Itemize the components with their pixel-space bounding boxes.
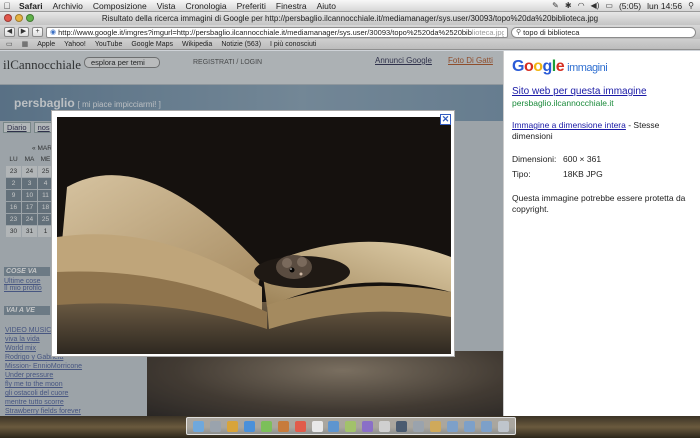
window-title: Risultato della ricerca immagini di Goog… xyxy=(101,14,599,23)
dashboard-icon[interactable] xyxy=(209,420,221,432)
close-window-button[interactable] xyxy=(4,14,12,22)
type-label: Tipo: xyxy=(512,169,531,179)
itunes-icon[interactable] xyxy=(328,420,340,432)
bookmark-notizie[interactable]: Notizie (563) xyxy=(221,41,261,48)
search-value: topo di biblioteca xyxy=(523,27,580,37)
minimize-window-button[interactable] xyxy=(15,14,23,22)
app-icon[interactable] xyxy=(413,420,425,432)
browser-toolbar: ◀ ▶ + ◉ http://www.google.it/imgres?imgu… xyxy=(0,25,700,39)
site-favicon-icon: ◉ xyxy=(50,29,57,36)
address-bar[interactable]: ◉ http://www.google.it/imgres?imgurl=htt… xyxy=(46,26,508,38)
bookmark-google-maps[interactable]: Google Maps xyxy=(131,41,173,48)
address-book-icon[interactable] xyxy=(277,420,289,432)
preview-icon[interactable] xyxy=(311,420,323,432)
bluetooth-icon[interactable]: ✱ xyxy=(565,1,572,10)
bookmark-piu-conosciuti[interactable]: I più conosciuti xyxy=(270,41,316,48)
bookmark-apple[interactable]: Apple xyxy=(37,41,55,48)
mouse-in-book-image[interactable] xyxy=(57,117,451,354)
menu-vista[interactable]: Vista xyxy=(152,1,181,11)
menu-finestra[interactable]: Finestra xyxy=(271,1,312,11)
book-photo-illustration xyxy=(57,117,451,354)
copyright-notice: Questa immagine potrebbe essere protetta… xyxy=(512,193,686,214)
safari-icon[interactable] xyxy=(243,420,255,432)
url-tail: lioteca.jpg&imgrefurl xyxy=(471,27,504,37)
system-preferences-icon[interactable] xyxy=(379,420,391,432)
image-metadata: Dimensioni: 600 × 361 Tipo: 18KB JPG xyxy=(512,154,692,179)
bookmark-yahoo[interactable]: Yahoo! xyxy=(64,41,86,48)
search-field[interactable]: ⚲ topo di biblioteca xyxy=(511,26,696,38)
menu-aiuto[interactable]: Aiuto xyxy=(312,1,341,11)
dock xyxy=(186,417,516,435)
app-icon[interactable] xyxy=(430,420,442,432)
menu-composizione[interactable]: Composizione xyxy=(88,1,152,11)
spotlight-icon[interactable]: ⚲ xyxy=(688,1,694,10)
app-icon[interactable] xyxy=(396,420,408,432)
web-content: ilCannocchiale esplora per temi REGISTRA… xyxy=(0,51,700,416)
finder-icon[interactable] xyxy=(192,420,204,432)
google-images-logo[interactable]: Google immagini xyxy=(512,58,692,76)
iphoto-icon[interactable] xyxy=(345,420,357,432)
website-link[interactable]: Sito web per questa immagine xyxy=(512,86,692,97)
clock[interactable]: lun 14:56 xyxy=(647,1,682,11)
google-images-panel: Google immagini Sito web per questa immag… xyxy=(503,51,700,416)
source-domain: persbaglio.ilcannocchiale.it xyxy=(512,98,614,108)
search-icon: ⚲ xyxy=(516,29,522,36)
image-preview-frame: ✕ xyxy=(51,110,455,357)
dimensions-value: 600 × 361 xyxy=(563,154,602,164)
product-name: immagini xyxy=(567,62,608,74)
facetime-icon[interactable] xyxy=(260,420,272,432)
bookmark-wikipedia[interactable]: Wikipedia xyxy=(182,41,212,48)
top-sites-icon[interactable]: ▦ xyxy=(22,40,29,48)
back-button[interactable]: ◀ xyxy=(4,27,15,37)
menu-bar:  Safari Archivio Composizione Vista Cro… xyxy=(0,0,700,12)
full-size-row: Immagine a dimensione intera - Stesse di… xyxy=(512,120,692,142)
dimensions-label: Dimensioni: xyxy=(512,154,557,164)
imovie-icon[interactable] xyxy=(362,420,374,432)
downloads-folder-icon[interactable] xyxy=(447,420,459,432)
forward-button[interactable]: ▶ xyxy=(18,27,29,37)
full-size-link[interactable]: Immagine a dimensione intera xyxy=(512,120,626,130)
script-icon[interactable]: ✎ xyxy=(552,1,559,10)
url-text: http://www.google.it/imgres?imgurl=http:… xyxy=(58,27,472,37)
trash-icon[interactable] xyxy=(497,420,509,432)
menu-archivio[interactable]: Archivio xyxy=(48,1,88,11)
applications-folder-icon[interactable] xyxy=(480,420,492,432)
bookmark-youtube[interactable]: YouTube xyxy=(95,41,123,48)
wifi-icon[interactable]: ◠ xyxy=(578,1,585,10)
window-controls xyxy=(4,14,34,22)
documents-folder-icon[interactable] xyxy=(463,420,475,432)
menu-safari[interactable]: Safari xyxy=(14,1,48,11)
ical-icon[interactable] xyxy=(294,420,306,432)
volume-icon[interactable]: ◀) xyxy=(591,1,600,10)
mail-icon[interactable] xyxy=(226,420,238,432)
battery-time: (5:05) xyxy=(618,0,642,11)
battery-icon[interactable]: ▭ xyxy=(605,1,613,10)
type-value: 18KB JPG xyxy=(563,169,603,179)
zoom-window-button[interactable] xyxy=(26,14,34,22)
show-all-bookmarks-icon[interactable]: ▭ xyxy=(6,40,13,48)
window-titlebar: Risultato della ricerca immagini di Goog… xyxy=(0,12,700,25)
add-bookmark-button[interactable]: + xyxy=(32,27,43,37)
apple-menu-icon[interactable]:  xyxy=(0,1,14,11)
menu-cronologia[interactable]: Cronologia xyxy=(180,1,231,11)
status-area: ✎ ✱ ◠ ◀) ▭ (5:05) lun 14:56 ⚲ xyxy=(552,1,700,11)
bookmarks-bar: ▭ ▦ Apple Yahoo! YouTube Google Maps Wik… xyxy=(0,39,700,50)
close-icon[interactable]: ✕ xyxy=(440,114,451,125)
menu-preferiti[interactable]: Preferiti xyxy=(232,1,271,11)
